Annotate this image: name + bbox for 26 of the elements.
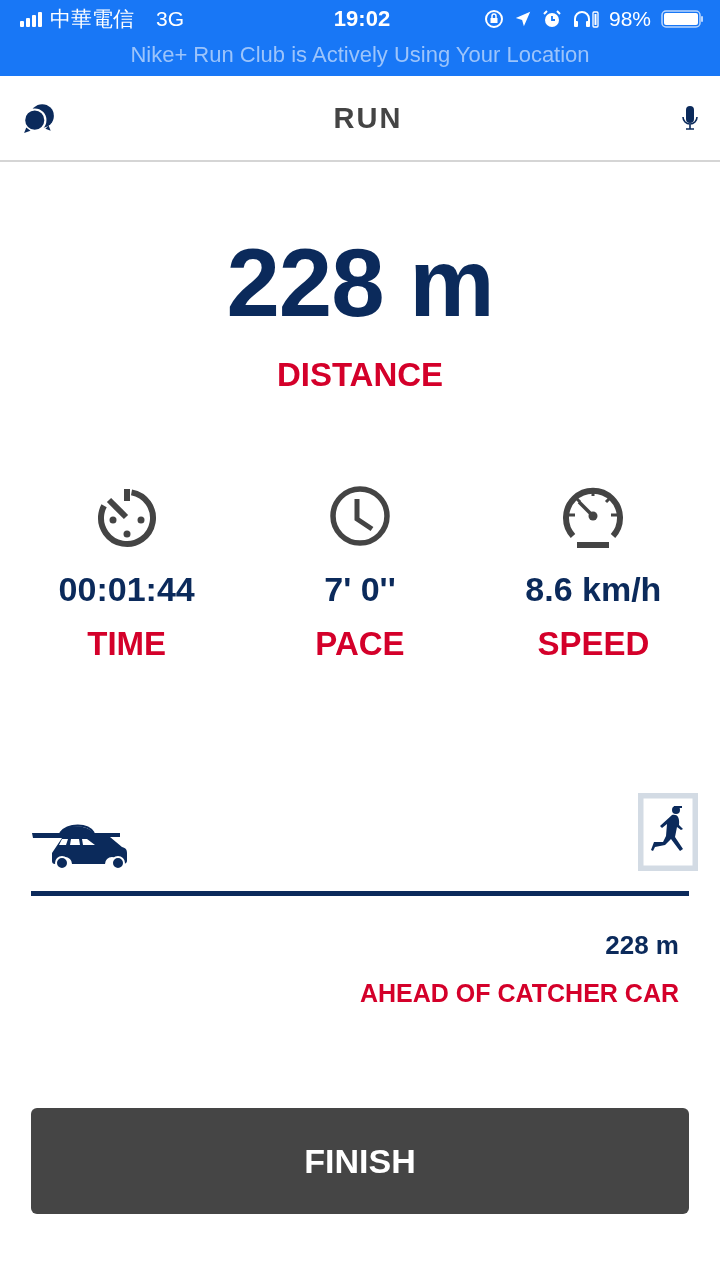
- microphone-icon[interactable]: [680, 104, 700, 132]
- headphones-battery-icon: [571, 9, 599, 29]
- chat-icon[interactable]: [22, 102, 56, 134]
- battery-icon: [661, 10, 704, 28]
- screen-title: RUN: [333, 101, 403, 135]
- carrier-name: 中華電信: [50, 6, 134, 32]
- battery-percent: 98%: [608, 7, 651, 31]
- distance-label: DISTANCE: [275, 356, 445, 394]
- catcher-label: AHEAD OF CATCHER CAR: [359, 979, 679, 1008]
- distance-value: 228 m: [225, 228, 495, 338]
- signal-icon: [20, 11, 42, 27]
- clock-icon: [328, 484, 392, 548]
- location-message: Nike+ Run Club is Actively Using Your Location: [129, 41, 591, 69]
- rotation-lock-icon: [483, 9, 504, 29]
- stat-label: SPEED: [537, 625, 650, 663]
- stat-value: 00:01:44: [58, 570, 195, 609]
- clock-time: 19:02: [333, 6, 391, 32]
- network-type: 3G: [156, 7, 184, 31]
- runner-icon: [638, 793, 698, 871]
- stat-label: PACE: [315, 625, 405, 663]
- stat-value: 8.6 km/h: [525, 570, 662, 609]
- finish-button[interactable]: FINISH: [31, 1108, 689, 1214]
- alarm-clock-icon: [541, 9, 562, 29]
- stat-value: 7' 0'': [324, 570, 396, 609]
- stat-label: TIME: [87, 625, 167, 663]
- catcher-distance: 228 m: [604, 930, 679, 961]
